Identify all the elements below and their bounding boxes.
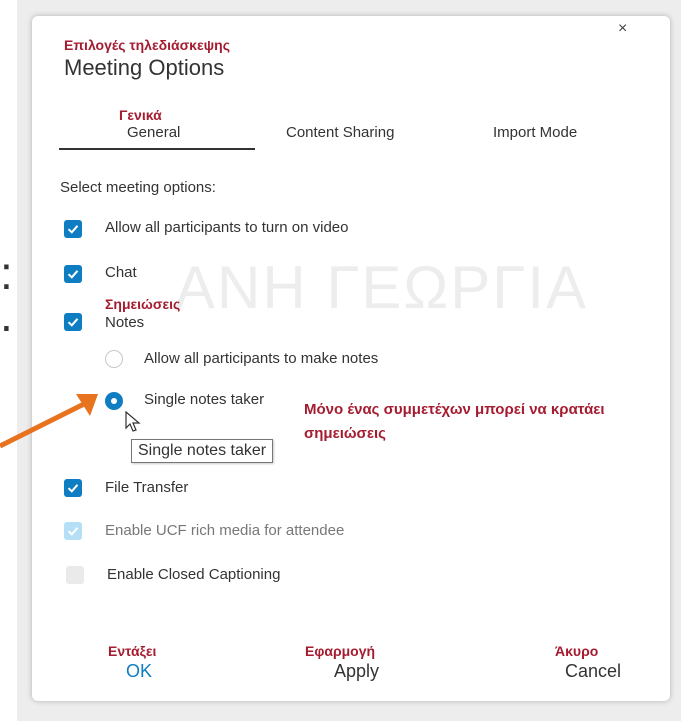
closed-captioning-label: Enable Closed Captioning [107,566,281,583]
check-icon [67,270,79,279]
video-option-label: Allow all participants to turn on video [105,219,349,236]
closed-captioning-checkbox [66,566,84,584]
cancel-button[interactable]: Cancel [565,661,621,682]
ucf-rich-media-checkbox [64,522,82,540]
title-greek-annotation: Επιλογές τηλεδιάσκεψης [64,37,231,53]
watermark-text: ΑΝΗ ΓΕΩΡΓΙΑ [175,254,589,321]
cancel-greek-annotation: Άκυρο [555,643,599,659]
notes-greek-annotation: Σημειώσεις [105,296,181,312]
tooltip: Single notes taker [131,439,274,463]
file-transfer-checkbox[interactable] [64,479,82,497]
check-icon [67,318,79,327]
orange-arrow-icon [0,394,98,449]
close-button[interactable]: × [618,21,627,37]
notes-all-participants-radio[interactable] [105,350,123,368]
video-checkbox[interactable] [64,220,82,238]
section-label: Select meeting options: [60,179,216,196]
ok-button[interactable]: OK [126,661,152,682]
tab-content-sharing[interactable]: Content Sharing [286,124,394,141]
chat-option-label: Chat [105,264,137,281]
check-icon [67,225,79,234]
tab-general[interactable]: General [127,124,180,141]
mouse-cursor-icon [125,411,141,432]
notes-option-label: Notes [105,314,145,331]
tab-general-greek-annotation: Γενικά [119,107,162,123]
apply-greek-annotation: Εφαρμογή [305,643,376,659]
apply-button[interactable]: Apply [334,661,379,682]
tab-import-mode[interactable]: Import Mode [493,124,577,141]
active-tab-indicator [59,148,255,150]
single-notes-taker-label: Single notes taker [144,391,265,408]
notes-checkbox[interactable] [64,313,82,331]
ucf-rich-media-label: Enable UCF rich media for attendee [105,522,345,539]
ok-greek-annotation: Εντάξει [108,643,157,659]
file-transfer-label: File Transfer [105,479,189,496]
check-icon [67,484,79,493]
background-text-fragment-2: . [0,289,13,341]
notes-all-participants-label: Allow all participants to make notes [144,350,379,367]
dialog-title: Meeting Options [64,55,225,80]
chat-checkbox[interactable] [64,265,82,283]
single-notes-greek-annotation: Μόνο ένας συμμετέχων μπορεί να κρατάει σ… [304,401,605,442]
check-icon [67,527,79,536]
